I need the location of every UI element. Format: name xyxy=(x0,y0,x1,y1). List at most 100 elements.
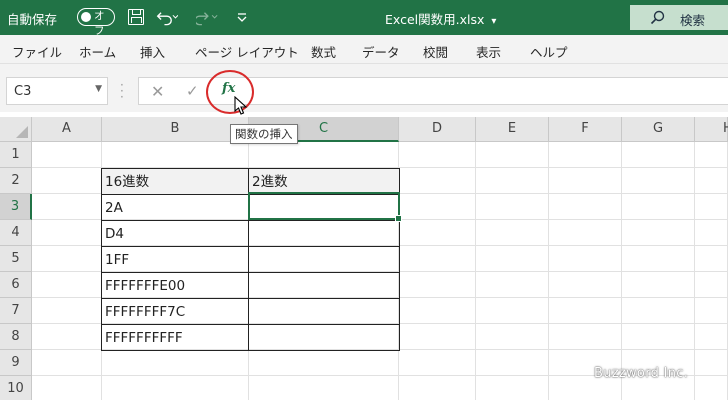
row-header-1[interactable]: 1 xyxy=(0,142,32,168)
grid-cell[interactable] xyxy=(399,168,476,194)
grid-cell[interactable] xyxy=(399,220,476,246)
tab-review[interactable]: 校閲 xyxy=(423,42,448,61)
grid-cell[interactable] xyxy=(32,324,102,350)
grid-cell[interactable] xyxy=(695,246,728,272)
grid-cell[interactable] xyxy=(32,142,102,168)
cell-b3[interactable]: 2A xyxy=(101,194,249,221)
grid-cell[interactable] xyxy=(102,376,249,400)
grid-cell[interactable] xyxy=(695,324,728,350)
tab-view[interactable]: 表示 xyxy=(476,42,501,61)
grid-cell[interactable] xyxy=(32,298,102,324)
grid-cell[interactable] xyxy=(32,168,102,194)
enter-icon[interactable]: ✓ xyxy=(186,82,199,100)
row-header-7[interactable]: 7 xyxy=(0,298,32,324)
undo-icon[interactable] xyxy=(156,6,178,28)
grid-cell[interactable] xyxy=(32,220,102,246)
tab-file[interactable]: ファイル xyxy=(12,42,62,61)
grid-cell[interactable] xyxy=(622,142,695,168)
grid-cell[interactable] xyxy=(549,298,622,324)
cancel-icon[interactable]: ✕ xyxy=(151,82,164,101)
cell-b2[interactable]: 16進数 xyxy=(101,168,249,195)
grid-cell[interactable] xyxy=(32,194,102,220)
cell-b5[interactable]: 1FF xyxy=(101,246,249,273)
grid-cell[interactable] xyxy=(622,168,695,194)
grid-cell[interactable] xyxy=(399,142,476,168)
row-header-10[interactable]: 10 xyxy=(0,376,32,400)
customize-toolbar-icon[interactable] xyxy=(236,6,248,28)
grid-cell[interactable] xyxy=(32,376,102,400)
cell-b6[interactable]: FFFFFFFE00 xyxy=(101,272,249,299)
grid-cell[interactable] xyxy=(249,350,399,376)
row-header-8[interactable]: 8 xyxy=(0,324,32,350)
column-header-h[interactable]: H xyxy=(695,117,728,142)
grid-cell[interactable] xyxy=(249,376,399,400)
grid-cell[interactable] xyxy=(476,324,549,350)
column-header-g[interactable]: G xyxy=(622,117,695,142)
grid-cell[interactable] xyxy=(695,376,728,400)
chevron-down-icon[interactable]: ▼ xyxy=(95,84,102,94)
grid-cell[interactable] xyxy=(695,220,728,246)
column-header-a[interactable]: A xyxy=(32,117,102,142)
grid-cell[interactable] xyxy=(622,272,695,298)
column-header-f[interactable]: F xyxy=(549,117,622,142)
cell-c8[interactable] xyxy=(248,324,400,351)
grid-cell[interactable] xyxy=(622,246,695,272)
tab-data[interactable]: データ xyxy=(362,42,400,61)
grid-cell[interactable] xyxy=(476,220,549,246)
grid-cell[interactable] xyxy=(476,168,549,194)
grid-cell[interactable] xyxy=(102,142,249,168)
grid-cell[interactable] xyxy=(476,376,549,400)
grid-cell[interactable] xyxy=(399,246,476,272)
grid-cell[interactable] xyxy=(622,220,695,246)
grid-cell[interactable] xyxy=(32,272,102,298)
grid-cell[interactable] xyxy=(695,350,728,376)
row-header-6[interactable]: 6 xyxy=(0,272,32,298)
cell-c5[interactable] xyxy=(248,246,400,273)
row-header-3[interactable]: 3 xyxy=(0,194,32,220)
grid-cell[interactable] xyxy=(476,194,549,220)
resize-handle-icon[interactable]: · · · xyxy=(120,79,124,103)
grid-cell[interactable] xyxy=(549,142,622,168)
grid-cell[interactable] xyxy=(549,168,622,194)
grid-cell[interactable] xyxy=(695,272,728,298)
active-cell-selection[interactable] xyxy=(248,192,402,222)
select-all-button[interactable] xyxy=(0,117,32,142)
grid-cell[interactable] xyxy=(549,220,622,246)
grid-cell[interactable] xyxy=(32,350,102,376)
grid-cell[interactable] xyxy=(549,272,622,298)
grid-cell[interactable] xyxy=(476,246,549,272)
tab-insert[interactable]: 挿入 xyxy=(140,42,165,61)
row-header-4[interactable]: 4 xyxy=(0,220,32,246)
grid-cell[interactable] xyxy=(695,194,728,220)
grid-cell[interactable] xyxy=(476,272,549,298)
save-icon[interactable] xyxy=(128,9,144,25)
cell-c4[interactable] xyxy=(248,220,400,247)
grid-cell[interactable] xyxy=(399,350,476,376)
grid-cell[interactable] xyxy=(102,350,249,376)
grid-cell[interactable] xyxy=(32,246,102,272)
column-header-d[interactable]: D xyxy=(399,117,476,142)
cell-b4[interactable]: D4 xyxy=(101,220,249,247)
grid-cell[interactable] xyxy=(399,324,476,350)
grid-cell[interactable] xyxy=(622,194,695,220)
cell-c2[interactable]: 2進数 xyxy=(248,168,400,195)
file-name[interactable]: Excel関数用.xlsx ▾ xyxy=(385,9,496,28)
autosave-toggle[interactable]: オフ xyxy=(77,8,115,37)
cell-c7[interactable] xyxy=(248,298,400,325)
search-box[interactable]: 検索 xyxy=(630,5,728,30)
grid-cell[interactable] xyxy=(695,142,728,168)
grid-cell[interactable] xyxy=(695,168,728,194)
row-header-9[interactable]: 9 xyxy=(0,350,32,376)
grid-cell[interactable] xyxy=(476,298,549,324)
grid-cell[interactable] xyxy=(249,142,399,168)
tab-page-layout[interactable]: ページ レイアウト xyxy=(195,42,299,61)
grid-cell[interactable] xyxy=(622,298,695,324)
grid-cell[interactable] xyxy=(399,376,476,400)
column-header-b[interactable]: B xyxy=(102,117,249,142)
cell-b8[interactable]: FFFFFFFFFF xyxy=(101,324,249,351)
row-header-5[interactable]: 5 xyxy=(0,246,32,272)
cell-b7[interactable]: FFFFFFFF7C xyxy=(101,298,249,325)
column-header-e[interactable]: E xyxy=(476,117,549,142)
tab-home[interactable]: ホーム xyxy=(79,42,116,61)
grid-cell[interactable] xyxy=(549,194,622,220)
